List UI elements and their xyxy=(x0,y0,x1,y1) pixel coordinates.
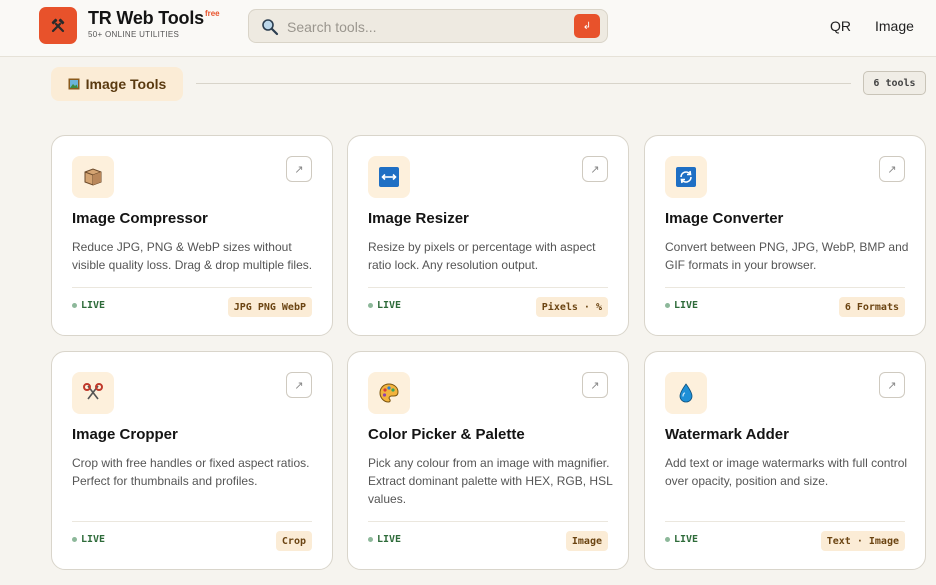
live-dot-icon xyxy=(665,303,670,308)
live-status: LIVE xyxy=(665,534,698,545)
tool-card-image-cropper[interactable]: ↗ Image Cropper Crop with free handles o… xyxy=(51,351,333,570)
live-dot-icon xyxy=(72,303,77,308)
card-icon-container xyxy=(368,156,410,198)
live-status: LIVE xyxy=(72,300,105,311)
open-arrow-icon[interactable]: ↗ xyxy=(879,156,905,182)
top-header: TR Web Toolsfree 50+ ONLINE UTILITIES ↲ … xyxy=(0,0,936,57)
card-description: Pick any colour from an image with magni… xyxy=(368,456,613,506)
tool-card-watermark-adder[interactable]: ↗ Watermark Adder Add text or image wate… xyxy=(644,351,926,570)
card-description: Resize by pixels or percentage with aspe… xyxy=(368,240,596,272)
tool-card-color-picker[interactable]: ↗ Color Picker & Palette Pick any colour… xyxy=(347,351,629,570)
section-title-pill: Image Tools xyxy=(51,67,183,101)
brand[interactable]: TR Web Toolsfree 50+ ONLINE UTILITIES xyxy=(88,8,220,39)
brand-subtitle: 50+ ONLINE UTILITIES xyxy=(88,30,180,39)
tool-card-image-resizer[interactable]: ↗ Image Resizer Resize by pixels or perc… xyxy=(347,135,629,336)
nav-link-image[interactable]: Image xyxy=(875,18,914,34)
format-tag: Pixels · % xyxy=(535,297,608,317)
card-divider xyxy=(72,521,312,522)
tool-count-badge: 6 tools xyxy=(863,71,926,95)
scissors-icon xyxy=(83,383,103,400)
card-title: Image Converter xyxy=(665,210,784,227)
card-title: Image Cropper xyxy=(72,426,178,443)
resize-arrows-icon xyxy=(379,167,399,187)
search-bar: ↲ xyxy=(248,9,608,43)
card-description: Convert between PNG, JPG, WebP, BMP and … xyxy=(665,240,909,272)
card-title: Image Compressor xyxy=(72,210,208,227)
nav-link-qr[interactable]: QR xyxy=(830,18,851,34)
open-arrow-icon[interactable]: ↗ xyxy=(879,372,905,398)
section-divider xyxy=(196,83,851,84)
tool-card-image-converter[interactable]: ↗ Image Converter Convert between PNG, J… xyxy=(644,135,926,336)
card-divider xyxy=(368,521,608,522)
card-icon-container xyxy=(72,372,114,414)
brand-name: TR Web Tools xyxy=(88,8,204,28)
card-title: Watermark Adder xyxy=(665,426,789,443)
card-divider xyxy=(665,287,905,288)
live-label: LIVE xyxy=(377,300,402,311)
live-dot-icon xyxy=(368,303,373,308)
card-title: Image Resizer xyxy=(368,210,469,227)
card-divider xyxy=(665,521,905,522)
live-status: LIVE xyxy=(368,300,401,311)
card-description: Add text or image watermarks with full c… xyxy=(665,456,908,488)
live-label: LIVE xyxy=(674,534,699,545)
box-icon xyxy=(84,168,102,186)
card-icon-container xyxy=(665,372,707,414)
live-label: LIVE xyxy=(377,534,402,545)
enter-icon: ↲ xyxy=(582,20,592,32)
live-status: LIVE xyxy=(665,300,698,311)
live-dot-icon xyxy=(368,537,373,542)
search-icon xyxy=(262,19,279,36)
open-arrow-icon[interactable]: ↗ xyxy=(582,372,608,398)
card-icon-container xyxy=(665,156,707,198)
tool-card-image-compressor[interactable]: ↗ Image Compressor Reduce JPG, PNG & Web… xyxy=(51,135,333,336)
palette-icon xyxy=(379,383,399,403)
section-title: Image Tools xyxy=(85,76,167,92)
card-icon-container xyxy=(72,156,114,198)
format-tag: Crop xyxy=(275,531,312,551)
live-status: LIVE xyxy=(72,534,105,545)
card-title: Color Picker & Palette xyxy=(368,426,525,443)
format-tag: Text · Image xyxy=(820,531,905,551)
brand-free-badge: free xyxy=(204,9,220,18)
card-icon-container xyxy=(368,372,410,414)
card-description: Crop with free handles or fixed aspect r… xyxy=(72,456,310,488)
format-tag: Image xyxy=(565,531,608,551)
open-arrow-icon[interactable]: ↗ xyxy=(582,156,608,182)
convert-cycle-icon xyxy=(676,167,696,187)
live-status: LIVE xyxy=(368,534,401,545)
search-submit-button[interactable]: ↲ xyxy=(574,14,600,38)
open-arrow-icon[interactable]: ↗ xyxy=(286,372,312,398)
droplet-icon xyxy=(679,383,693,403)
search-input[interactable] xyxy=(287,16,567,38)
card-description: Reduce JPG, PNG & WebP sizes without vis… xyxy=(72,240,313,272)
open-arrow-icon[interactable]: ↗ xyxy=(286,156,312,182)
live-label: LIVE xyxy=(81,300,106,311)
picture-frame-icon xyxy=(68,78,80,90)
logo[interactable] xyxy=(39,7,77,44)
live-label: LIVE xyxy=(674,300,699,311)
tools-icon xyxy=(51,18,65,32)
live-label: LIVE xyxy=(81,534,106,545)
card-divider xyxy=(368,287,608,288)
format-tag: JPG PNG WebP xyxy=(227,297,312,317)
live-dot-icon xyxy=(665,537,670,542)
card-divider xyxy=(72,287,312,288)
live-dot-icon xyxy=(72,537,77,542)
format-tag: 6 Formats xyxy=(838,297,905,317)
